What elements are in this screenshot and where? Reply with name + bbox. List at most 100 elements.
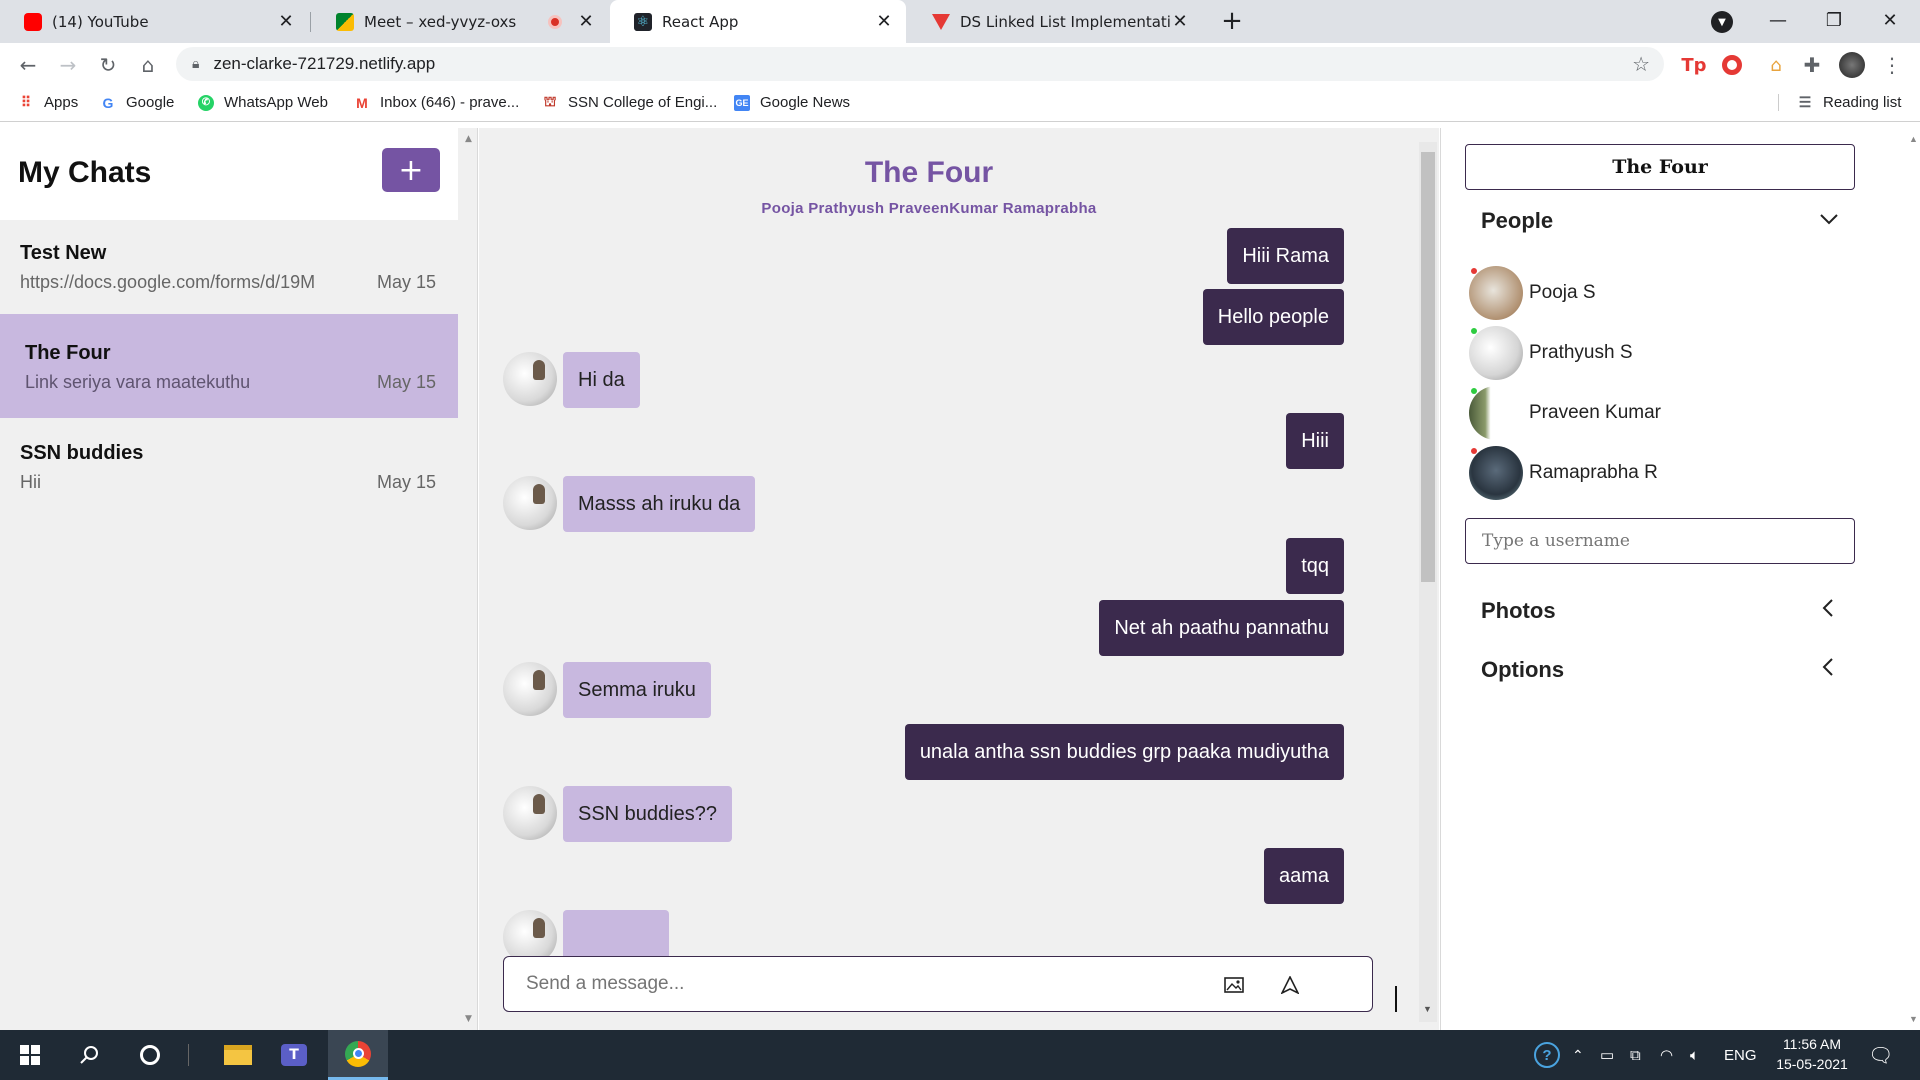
bookmark-apps[interactable]: ⠿ Apps — [18, 94, 78, 111]
address-bar[interactable]: 🔒︎ zen-clarke-721729.netlify.app ☆ — [176, 47, 1664, 81]
message-bubble-mine: unala antha ssn buddies grp paaka mudiyu… — [904, 724, 1344, 780]
kebab-menu-icon[interactable]: ⋮ — [1876, 49, 1908, 81]
new-tab-button[interactable]: + — [1216, 5, 1248, 37]
window-close-button[interactable]: ✕ — [1862, 0, 1918, 40]
clock[interactable]: 11:56 AM 15-05-2021 — [1764, 1034, 1860, 1074]
chat-card-test-new[interactable]: Test New https://docs.google.com/forms/d… — [0, 220, 458, 320]
person-name: Praveen Kumar — [1529, 402, 1662, 423]
file-explorer-icon[interactable] — [208, 1030, 268, 1080]
bookmark-label: Google — [126, 94, 175, 111]
close-icon[interactable]: ✕ — [1170, 11, 1190, 32]
bookmark-label: Apps — [44, 94, 79, 111]
clock-date: 15-05-2021 — [1776, 1056, 1848, 1072]
bookmark-whatsapp[interactable]: ✆ WhatsApp Web — [198, 94, 328, 111]
chevron-up-icon[interactable]: ⌃ — [1572, 1030, 1584, 1080]
person-item[interactable]: Ramaprabha R — [1469, 446, 1658, 500]
tab-search-button[interactable]: ▼ — [1706, 6, 1738, 38]
offline-status-dot — [1471, 448, 1477, 454]
person-item[interactable]: Prathyush S — [1469, 326, 1633, 380]
scroll-up-icon[interactable]: ▲ — [1909, 134, 1918, 144]
honey-extension-icon[interactable]: ⌂ — [1760, 49, 1792, 81]
new-chat-button[interactable]: + — [382, 148, 440, 192]
person-item[interactable]: Praveen Kumar — [1469, 386, 1661, 440]
back-button[interactable]: ← — [12, 49, 44, 81]
message-bubble-mine: Hiii Rama — [1227, 228, 1344, 284]
windows-start-icon[interactable] — [0, 1030, 60, 1080]
options-section-title[interactable]: Options — [1481, 657, 1564, 683]
message-bubble-theirs: Hi da — [563, 352, 640, 408]
chevron-left-icon[interactable] — [1821, 598, 1835, 624]
photos-section-title[interactable]: Photos — [1481, 598, 1556, 624]
url-text: zen-clarke-721729.netlify.app — [213, 54, 436, 73]
close-icon[interactable]: ✕ — [276, 11, 296, 32]
profile-avatar[interactable] — [1836, 49, 1868, 81]
taskbar-divider — [188, 1044, 189, 1066]
chat-title-box[interactable]: The Four — [1465, 144, 1855, 190]
search-icon[interactable] — [60, 1030, 120, 1080]
reading-list-button[interactable]: ☰ Reading list — [1778, 94, 1901, 111]
sender-avatar — [503, 662, 557, 716]
bookmark-label: SSN College of Engi... — [568, 94, 718, 111]
teams-icon[interactable]: T — [264, 1030, 324, 1080]
opera-extension-icon[interactable] — [1716, 49, 1748, 81]
puzzle-icon[interactable]: ✚ — [1796, 49, 1828, 81]
username-input[interactable] — [1465, 518, 1855, 564]
tab-react-app[interactable]: ⚛ React App ✕ — [610, 0, 906, 43]
send-icon[interactable] — [1278, 973, 1302, 997]
minimize-button[interactable]: — — [1750, 0, 1806, 40]
settings-scrollbar[interactable]: ▲ ▼ — [1906, 128, 1920, 1030]
tab-separator — [310, 12, 311, 32]
wifi-icon[interactable]: ◠ — [1660, 1030, 1673, 1080]
chat-list: My Chats + Test New https://docs.google.… — [0, 128, 478, 1030]
sender-avatar — [503, 476, 557, 530]
scroll-down-icon[interactable]: ▼ — [1423, 1004, 1432, 1014]
bookmark-gmail[interactable]: M Inbox (646) - prave... — [354, 94, 519, 111]
chat-feed-scrollbar[interactable]: ▼ — [1419, 142, 1437, 1022]
cortana-icon[interactable] — [120, 1030, 180, 1080]
tp-extension-icon[interactable]: Tp — [1678, 49, 1710, 81]
battery-icon[interactable]: ▭ — [1600, 1030, 1614, 1080]
chat-card-ssn-buddies[interactable]: SSN buddies Hii May 15 — [0, 418, 458, 518]
tab-meet[interactable]: Meet – xed-yvyz-oxs ✕ — [312, 0, 608, 43]
chat-card-the-four[interactable]: The Four Link seriya vara maatekuthu May… — [0, 314, 458, 418]
bookmark-ssn[interactable]: ⛫ SSN College of Engi... — [542, 93, 718, 111]
close-icon[interactable]: ✕ — [874, 11, 894, 32]
restore-button[interactable]: ❐ — [1806, 0, 1862, 40]
bookmark-google[interactable]: G Google — [100, 94, 175, 111]
image-upload-icon[interactable] — [1222, 973, 1246, 997]
tab-ds-linked-list[interactable]: DS Linked List Implementation of ✕ — [908, 0, 1202, 43]
chrome-icon[interactable] — [328, 1030, 388, 1080]
scroll-down-icon[interactable]: ▼ — [1909, 1014, 1918, 1024]
message-input[interactable] — [526, 973, 1126, 995]
message-bubble-theirs: SSN buddies?? — [563, 786, 732, 842]
chevron-down-icon[interactable] — [1819, 206, 1839, 232]
star-icon[interactable]: ☆ — [1632, 52, 1650, 76]
notification-icon[interactable]: 🗨︎ — [1868, 1030, 1893, 1080]
language-indicator[interactable]: ENG — [1724, 1030, 1757, 1080]
message-bubble-mine: tqq — [1286, 538, 1344, 594]
react-icon: ⚛ — [634, 12, 652, 31]
reload-button[interactable]: ↻ — [92, 49, 124, 81]
scrollbar-thumb[interactable] — [1421, 152, 1435, 582]
people-section-title[interactable]: People — [1481, 208, 1553, 234]
help-icon[interactable]: ? — [1534, 1030, 1560, 1080]
message-bubble-theirs-partial — [563, 910, 669, 958]
home-button[interactable]: ⌂ — [132, 49, 164, 81]
sender-avatar — [503, 910, 557, 958]
person-item[interactable]: Pooja S — [1469, 266, 1596, 320]
message-form — [503, 956, 1373, 1012]
volume-icon[interactable]: 🔈︎ — [1690, 1030, 1699, 1080]
tab-youtube[interactable]: (14) YouTube ✕ — [0, 0, 308, 43]
close-icon[interactable]: ✕ — [576, 11, 596, 32]
chat-card-title: The Four — [25, 342, 111, 364]
online-status-dot — [1471, 388, 1477, 394]
ssn-icon: ⛫ — [543, 93, 557, 109]
scroll-down-icon[interactable]: ▼ — [465, 1014, 472, 1024]
scroll-up-icon[interactable]: ▲ — [465, 134, 472, 144]
display-icon[interactable]: ⧉ — [1630, 1030, 1641, 1080]
chat-list-scrollbar[interactable]: ▲ ▼ — [462, 128, 476, 1030]
bookmark-google-news[interactable]: GE Google News — [734, 94, 850, 111]
chevron-left-icon[interactable] — [1821, 657, 1835, 683]
sender-avatar — [503, 786, 557, 840]
forward-button[interactable]: → — [52, 49, 84, 81]
